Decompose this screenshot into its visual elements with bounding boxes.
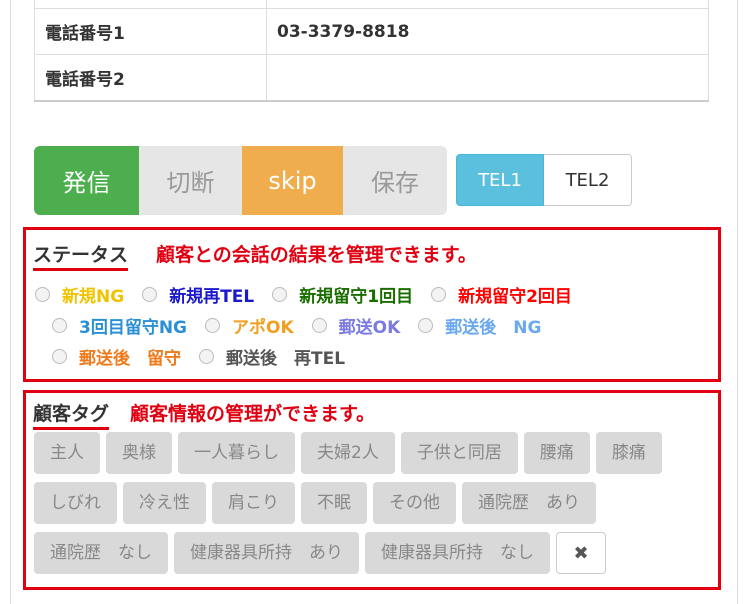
status-radio-row-1: 新規NG 新規再TEL 新規留守1回目 新規留守2回目 <box>35 282 590 307</box>
phone1-label: 電話番号1 <box>34 8 267 55</box>
tag-button[interactable]: 不眠 <box>301 482 367 524</box>
status-radio-option[interactable]: 3回目留守NG <box>52 313 187 338</box>
status-radio-option[interactable]: 新規再TEL <box>142 282 254 307</box>
status-option-label: 郵送OK <box>338 318 401 338</box>
tag-button[interactable]: 夫婦2人 <box>301 432 395 474</box>
status-radio-option[interactable]: 郵送後 留守 <box>52 344 181 369</box>
tag-button[interactable]: 腰痛 <box>523 432 590 474</box>
tag-button[interactable]: 健康器具所持 なし <box>365 532 550 574</box>
status-option-label: 3回目留守NG <box>79 318 188 338</box>
contact-info-table: 電話番号1 03-3379-8818 電話番号2 <box>34 0 709 102</box>
radio-circle-icon[interactable] <box>272 287 288 302</box>
dial-button[interactable]: 発信 <box>34 146 139 215</box>
tag-button[interactable]: 通院歴 あり <box>462 482 596 524</box>
radio-circle-icon[interactable] <box>35 287 50 302</box>
table-row: 電話番号1 03-3379-8818 <box>34 8 709 55</box>
tag-title: 顧客タグ <box>33 399 110 430</box>
tag-button[interactable]: その他 <box>373 482 456 524</box>
table-row: 電話番号2 <box>34 54 709 102</box>
tag-button[interactable]: 一人暮らし <box>178 432 295 474</box>
status-option-label: アポOK <box>232 318 294 338</box>
status-title: ステータス <box>33 240 129 271</box>
table-row <box>34 0 709 9</box>
tag-button[interactable]: 肩こり <box>212 482 295 524</box>
tag-button[interactable]: 健康器具所持 あり <box>174 532 359 574</box>
phone2-label: 電話番号2 <box>34 54 267 102</box>
table-value <box>266 0 709 9</box>
tag-button[interactable]: 膝痛 <box>595 432 662 474</box>
tel1-button[interactable]: TEL1 <box>456 154 544 206</box>
status-radio-option[interactable]: 郵送後 NG <box>418 313 541 338</box>
status-option-label: 郵送後 留守 <box>79 349 181 369</box>
tag-button[interactable]: 子供と同居 <box>400 432 518 474</box>
status-radio-row-3: 郵送後 留守 郵送後 再TEL <box>52 344 363 369</box>
tag-button[interactable]: しびれ <box>34 482 117 524</box>
tag-button[interactable]: 主人 <box>34 432 100 474</box>
status-option-label: 新規留守1回目 <box>299 287 414 307</box>
status-option-label: 新規再TEL <box>169 287 255 307</box>
call-button-group: 発信 切断 skip 保存 <box>34 146 447 215</box>
table-key <box>34 0 267 9</box>
status-radio-option[interactable]: 新規留守1回目 <box>272 282 413 307</box>
radio-circle-icon[interactable] <box>142 287 158 302</box>
status-radio-option[interactable]: 新規留守2回目 <box>431 282 572 307</box>
radio-circle-icon[interactable] <box>311 318 327 333</box>
tag-row-3: 通院歴 なし 健康器具所持 あり 健康器具所持 なし ✖ <box>34 532 699 574</box>
radio-circle-icon[interactable] <box>205 318 221 333</box>
status-annotation: 顧客との会話の結果を管理できます。 <box>156 244 477 266</box>
tel2-button[interactable]: TEL2 <box>544 154 632 206</box>
status-radio-row-2: 3回目留守NG アポOK 郵送OK 郵送後 NG <box>52 313 559 338</box>
customer-tag-list: 主人 奥様 一人暮らし 夫婦2人 子供と同居 腰痛 膝痛 しびれ 冷え性 肩こり… <box>34 432 699 582</box>
radio-circle-icon[interactable] <box>418 318 434 333</box>
tag-row-2: しびれ 冷え性 肩こり 不眠 その他 通院歴 あり <box>34 482 699 524</box>
radio-circle-icon[interactable] <box>431 287 447 302</box>
tag-button[interactable]: 冷え性 <box>123 482 206 524</box>
skip-button[interactable]: skip <box>242 146 343 215</box>
tel-toggle-group: TEL1 TEL2 <box>456 154 632 206</box>
radio-circle-icon[interactable] <box>199 349 214 364</box>
clear-tags-icon[interactable]: ✖ <box>556 532 606 574</box>
status-option-label: 新規NG <box>62 287 125 307</box>
hangup-button[interactable]: 切断 <box>139 146 242 215</box>
phone2-value <box>266 54 709 102</box>
status-radio-option[interactable]: 郵送OK <box>311 313 401 338</box>
status-radio-option[interactable]: 新規NG <box>35 282 124 307</box>
tag-row-1: 主人 奥様 一人暮らし 夫婦2人 子供と同居 腰痛 膝痛 <box>34 432 699 474</box>
tag-button[interactable]: 通院歴 なし <box>34 532 168 574</box>
phone1-value: 03-3379-8818 <box>266 8 709 55</box>
status-radio-option[interactable]: アポOK <box>205 313 294 338</box>
status-option-label: 郵送後 再TEL <box>226 349 346 369</box>
tag-button[interactable]: 奥様 <box>106 432 172 474</box>
tag-annotation: 顧客情報の管理ができます。 <box>130 403 376 425</box>
status-option-label: 郵送後 NG <box>445 318 542 338</box>
save-button[interactable]: 保存 <box>343 146 447 215</box>
radio-circle-icon[interactable] <box>52 349 67 364</box>
radio-circle-icon[interactable] <box>52 318 67 333</box>
status-option-label: 新規留守2回目 <box>458 287 572 307</box>
status-radio-option[interactable]: 郵送後 再TEL <box>199 344 345 369</box>
